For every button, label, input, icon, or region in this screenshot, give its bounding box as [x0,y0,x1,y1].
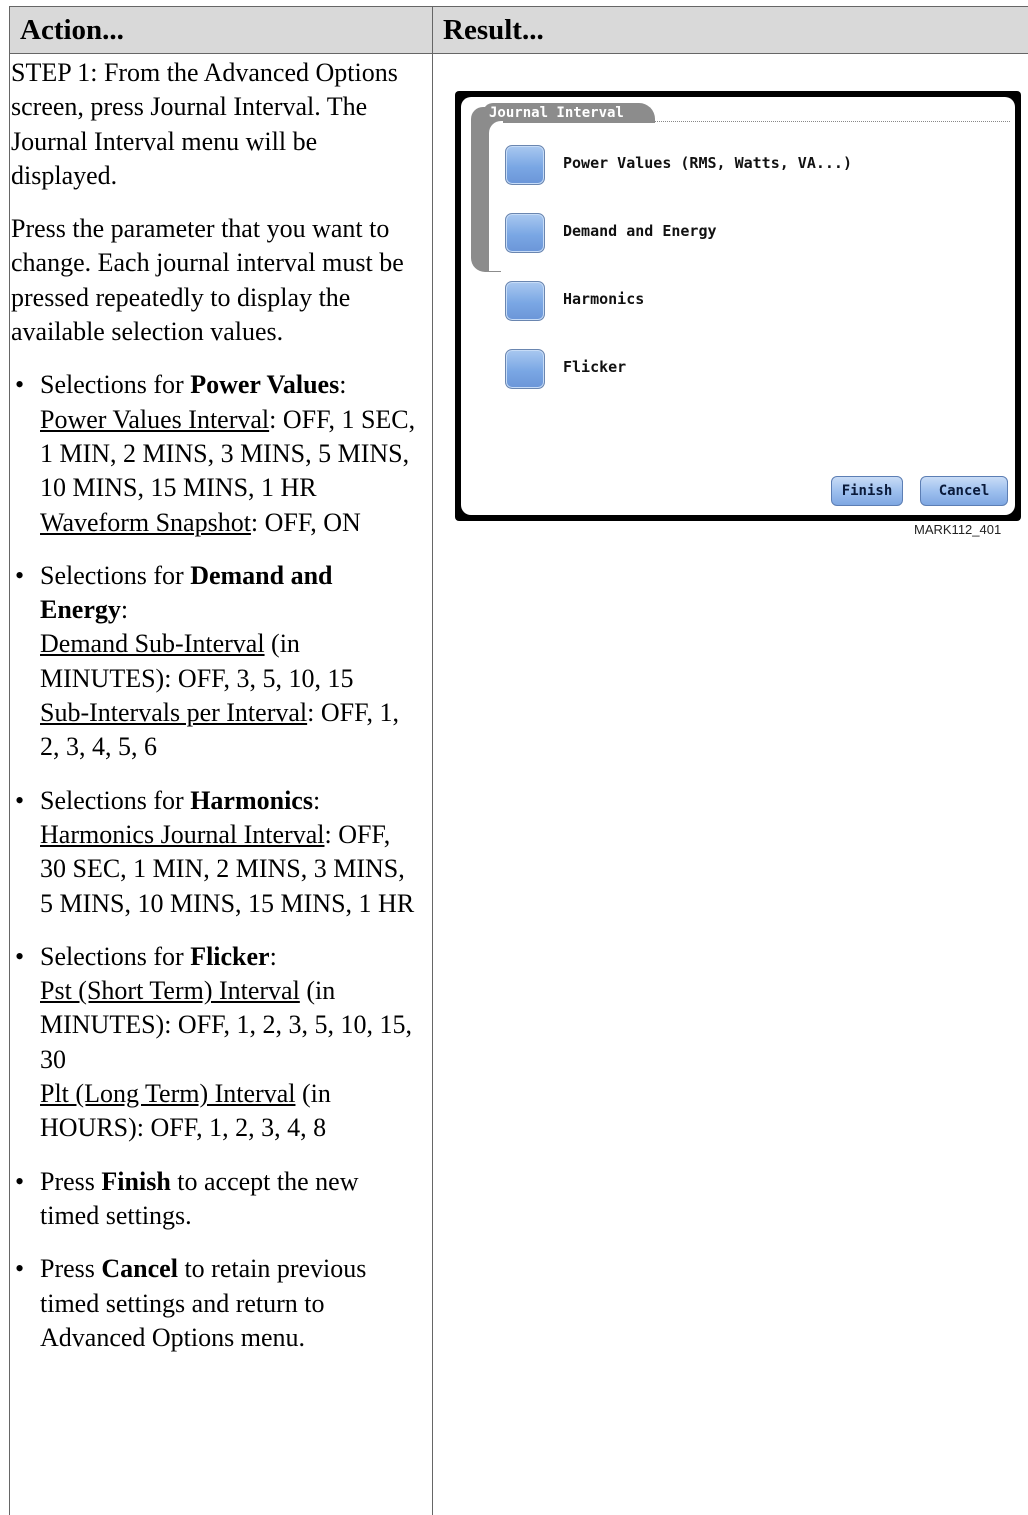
option-values: : OFF, ON [250,507,361,537]
instruction-text: Press the parameter that you want to cha… [11,214,404,347]
note-bold: Cancel [101,1254,178,1284]
note-prefix: Press [40,1166,102,1196]
bullet-icon: • [15,785,25,815]
menu-item-label: Harmonics [563,290,645,308]
menu-item-label: Power Values (RMS, Watts, VA...) [563,154,852,172]
figure-caption: MARK112_401 [914,522,1002,537]
selection-list: • Selections for Power Values: Power Val… [11,368,416,1355]
tab-title: Journal Interval [489,105,624,121]
list-item-prefix: Selections for [40,370,191,400]
bullet-icon: • [15,941,25,971]
tab-inner [489,121,503,271]
device-screenshot: Journal Interval Power Values (RMS, Watt… [455,91,1021,521]
action-header: Action... [9,6,432,54]
option-button-icon[interactable] [505,281,545,321]
bullet-icon: • [15,370,25,400]
note-bold: Finish [101,1166,171,1196]
bullet-icon: • [15,1166,25,1196]
list-item-finish-note: • Press Finish to accept the new timed s… [11,1165,416,1234]
cancel-button[interactable]: Cancel [920,476,1008,506]
option-button-icon[interactable] [505,213,545,253]
list-item-prefix: Selections for [40,941,191,971]
list-item-prefix: Selections for [40,785,191,815]
list-item-cancel-note: • Press Cancel to retain previous timed … [11,1252,416,1355]
option-name: Waveform Snapshot [40,507,251,537]
bullet-icon: • [15,560,25,590]
list-item-demand-energy: • Selections for Demand and Energy: Dema… [15,560,399,762]
action-column: STEP 1: From the Advanced Options screen… [11,56,416,1374]
list-item-harmonics: • Selections for Harmonics: Harmonics Jo… [15,785,415,918]
list-item-flicker: • Selections for Flicker: Pst (Short Ter… [15,941,413,1143]
result-header-text: Result... [443,14,544,46]
option-name: Plt (Long Term) Interval [40,1079,296,1109]
list-item-bold: Harmonics [190,785,313,815]
column-divider [432,54,433,1515]
option-name: Pst (Short Term) Interval [40,976,300,1006]
list-item-power-values: • Selections for Power Values: Power Val… [15,370,416,537]
option-name: Sub-Intervals per Interval [40,698,308,728]
note-prefix: Press [40,1254,102,1284]
tab-dotted-line [655,121,1010,122]
action-header-text: Action... [20,14,124,46]
option-name: Power Values Interval [40,404,270,434]
journal-interval-screen: Journal Interval Power Values (RMS, Watt… [461,97,1015,515]
step1-text: STEP 1: From the Advanced Options screen… [11,58,398,190]
list-item-bold: Flicker [190,941,270,971]
bullet-icon: • [15,1254,25,1284]
list-item-bold: Power Values [190,370,340,400]
menu-item-label: Flicker [563,358,627,376]
result-header: Result... [432,6,1028,54]
option-button-icon[interactable] [505,349,545,389]
finish-button[interactable]: Finish [831,476,903,506]
table-left-border [9,54,10,1515]
option-button-icon[interactable] [505,145,545,185]
list-item-prefix: Selections for [40,560,191,590]
menu-item-label: Demand and Energy [563,222,717,240]
option-name: Harmonics Journal Interval [40,819,325,849]
option-name: Demand Sub-Interval [40,629,265,659]
